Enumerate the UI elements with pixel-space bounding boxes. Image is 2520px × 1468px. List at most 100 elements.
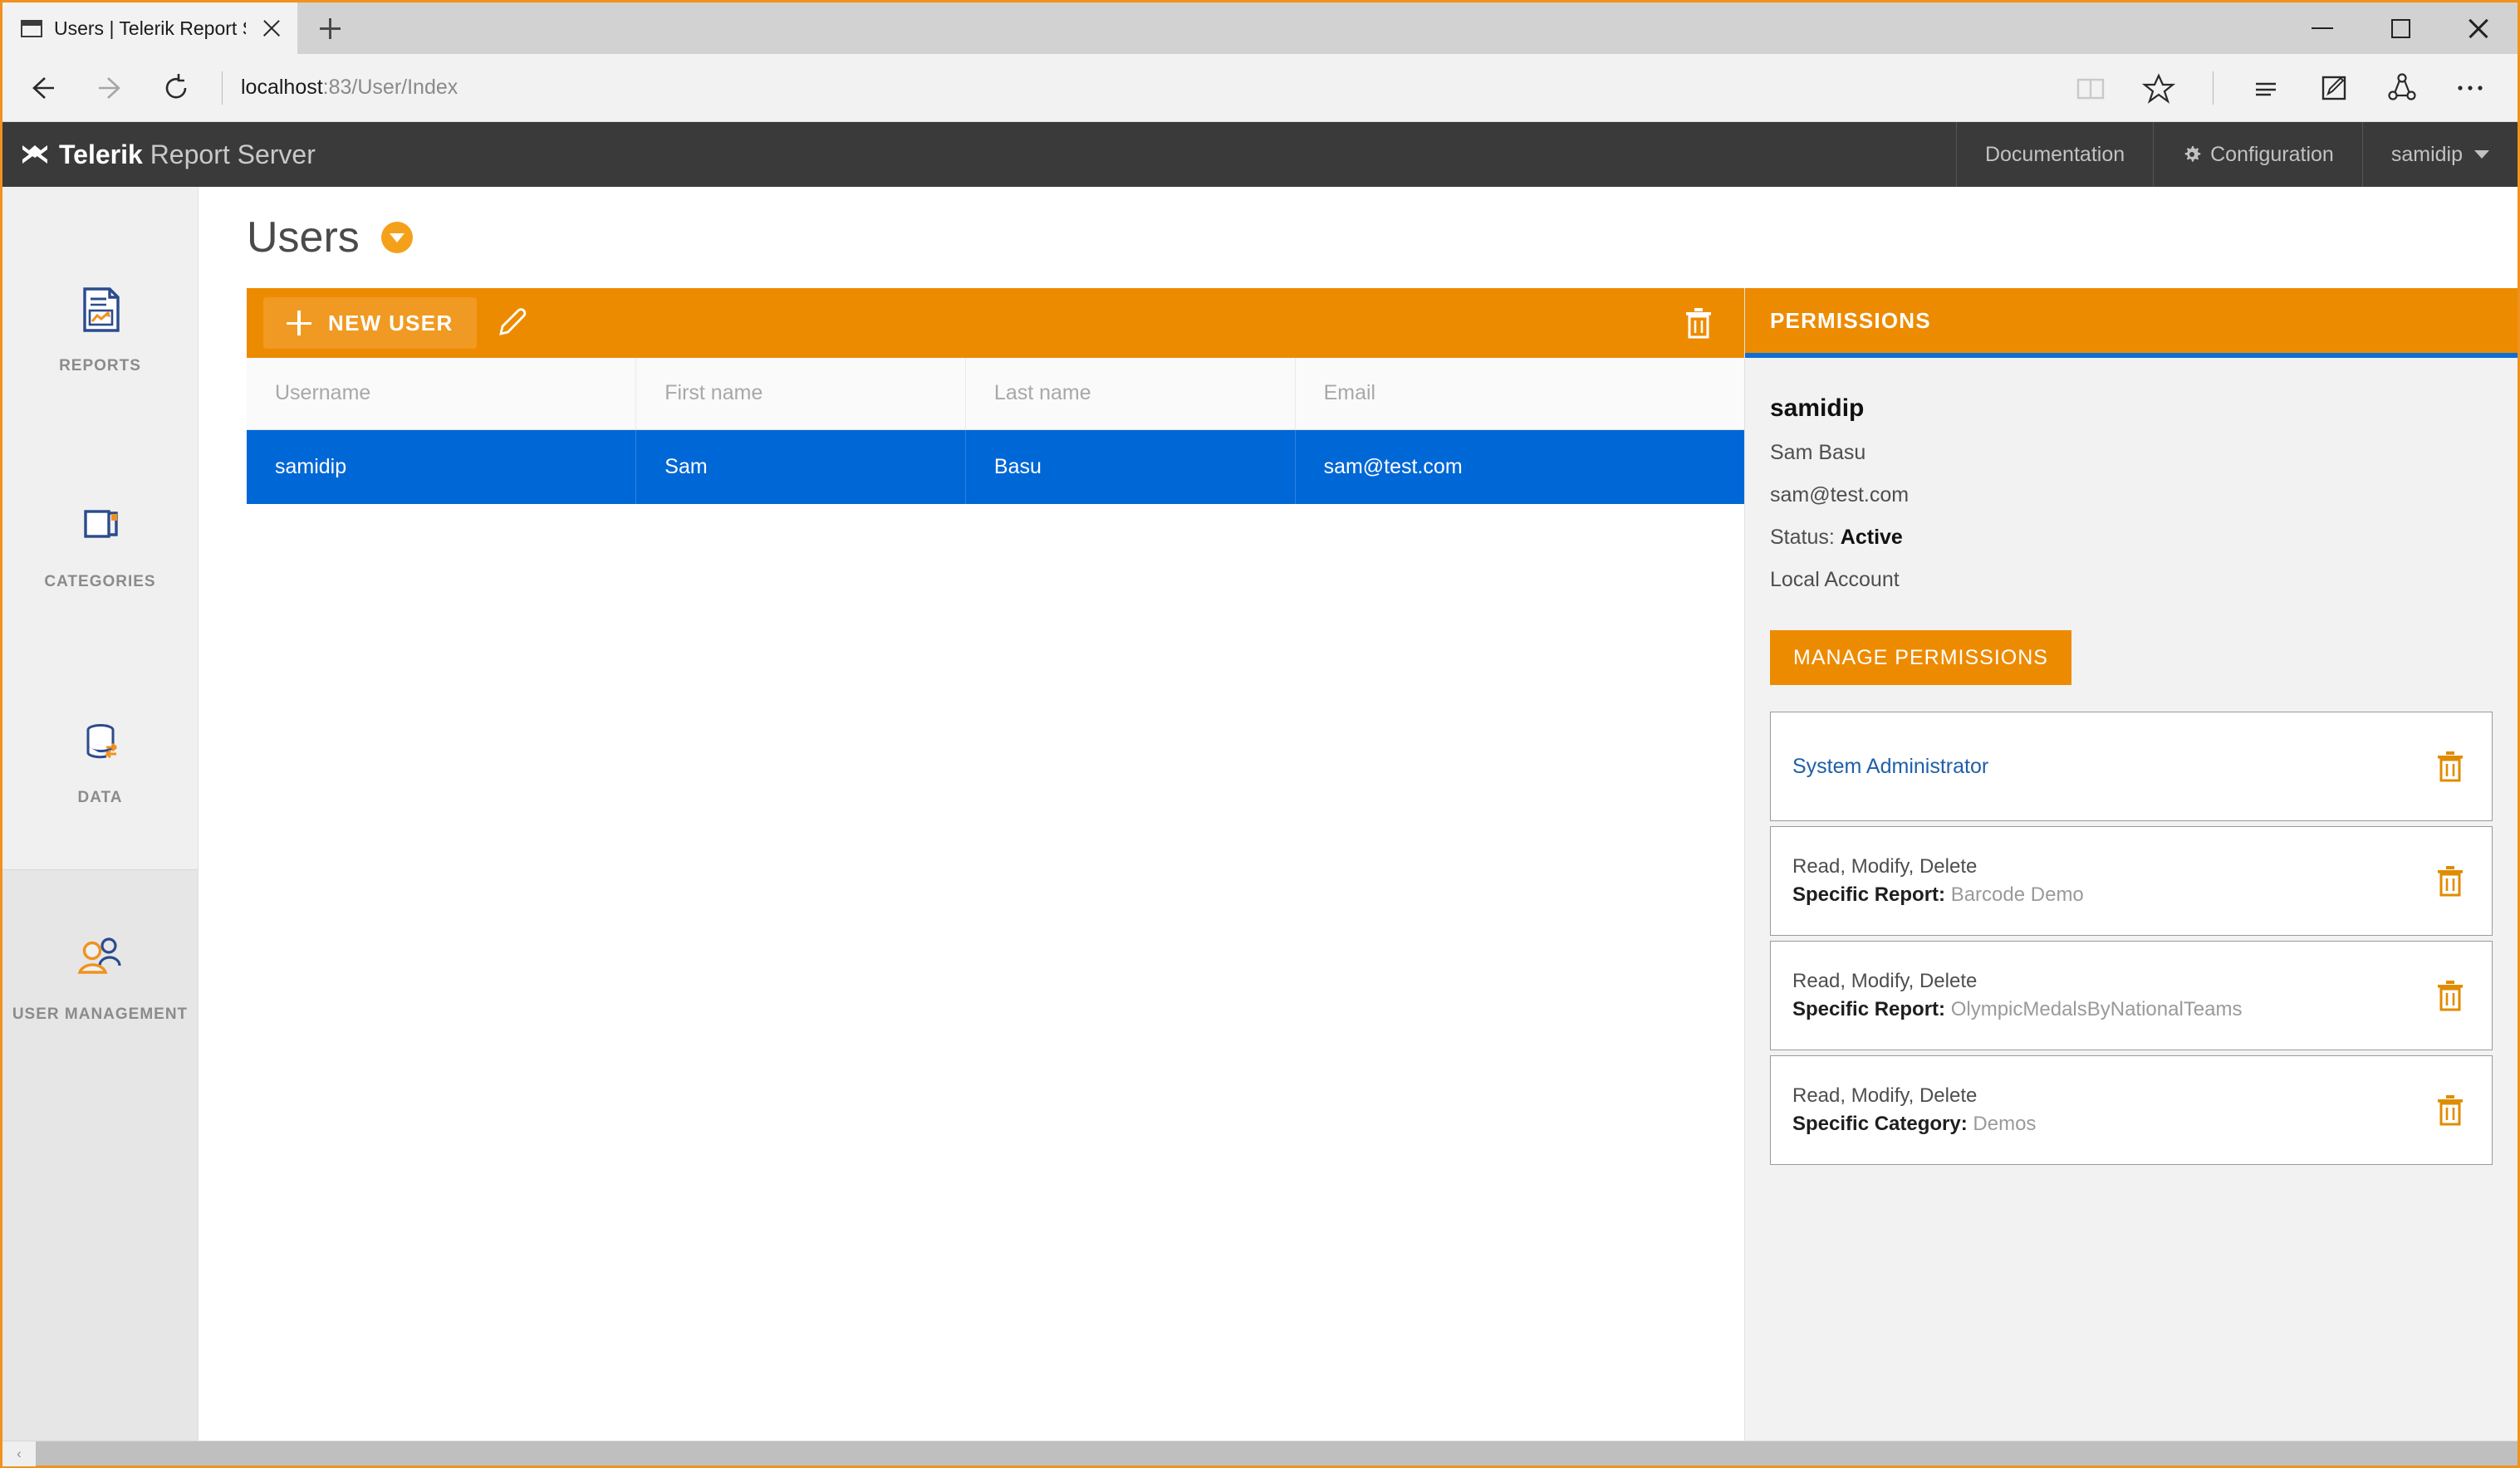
chevron-down-icon [389, 232, 404, 242]
close-icon [2466, 16, 2491, 41]
top-nav: Documentation Configuration samidip [1955, 122, 2518, 187]
tab-strip: Users | Telerik Report Se [2, 2, 2518, 54]
minimize-button[interactable] [2283, 2, 2361, 54]
back-arrow-icon [32, 76, 54, 99]
share-icon[interactable] [2376, 62, 2428, 114]
permissions-account-type: Local Account [1770, 568, 1900, 591]
brand-product: Report Server [150, 139, 316, 169]
maximize-button[interactable] [2361, 2, 2439, 54]
nav-documentation[interactable]: Documentation [1955, 122, 2153, 187]
sidebar-item-data[interactable]: DATA [2, 653, 198, 869]
nav-configuration[interactable]: Configuration [2153, 122, 2362, 187]
app-body: REPORTS CATEGORIES DATA USER MANAGEMENT … [2, 187, 2518, 1441]
permission-target-value: OlympicMedalsByNationalTeams [1950, 998, 2243, 1020]
brand[interactable]: Telerik Report Server [2, 122, 316, 187]
sidebar-item-data-label: DATA [77, 789, 123, 806]
table-header-row: Username First name Last name Email [247, 358, 1744, 430]
users-table: Username First name Last name Email sami… [247, 358, 1744, 504]
sidebar-item-categories[interactable]: CATEGORIES [2, 438, 198, 653]
column-header-first-name[interactable]: First name [635, 358, 966, 430]
window-close-button[interactable] [2439, 2, 2518, 54]
cell-username: samidip [247, 429, 637, 504]
sidebar-item-reports-label: REPORTS [59, 357, 141, 374]
window-controls [2283, 2, 2518, 54]
reading-view-icon[interactable] [2065, 62, 2116, 114]
permission-target-label: Specific Report: [1792, 883, 1946, 906]
back-button[interactable] [17, 62, 69, 114]
browser-window: Users | Telerik Report Se localhost:83/U… [0, 0, 2520, 1468]
grid-toolbar: NEW USER [247, 288, 1744, 358]
cell-email: sam@test.com [1295, 429, 1744, 504]
delete-permission-button[interactable] [2427, 972, 2473, 1019]
column-header-email[interactable]: Email [1295, 358, 1744, 430]
trash-icon [2438, 751, 2463, 782]
nav-configuration-label: Configuration [2210, 142, 2334, 166]
maximize-icon [2390, 18, 2410, 38]
trash-icon [2438, 981, 2463, 1011]
caret-down-icon [2474, 150, 2489, 159]
divider [222, 71, 223, 105]
page-title-dropdown-button[interactable] [380, 222, 413, 253]
sidebar-item-reports[interactable]: REPORTS [2, 222, 198, 438]
divider [2213, 71, 2214, 105]
column-header-last-name[interactable]: Last name [965, 358, 1296, 430]
permission-target-label: Specific Category: [1792, 1113, 1968, 1135]
trash-icon [2438, 1095, 2463, 1126]
table-row[interactable]: samidip Sam Basu sam@test.com [247, 429, 1744, 504]
nav-user-menu[interactable]: samidip [2361, 122, 2518, 187]
database-sync-icon [86, 724, 117, 759]
address-bar[interactable]: localhost:83/User/Index [241, 62, 2057, 114]
cell-first-name: Sam [635, 429, 966, 504]
manage-permissions-button[interactable]: MANAGE PERMISSIONS [1770, 630, 2071, 685]
list-item[interactable]: Read, Modify, Delete Specific Report: Ol… [1770, 941, 2493, 1050]
refresh-button[interactable] [150, 62, 202, 114]
pencil-icon [498, 308, 526, 335]
more-icon[interactable] [2444, 62, 2496, 114]
delete-permission-button[interactable] [2427, 858, 2473, 904]
edit-user-button[interactable] [477, 288, 547, 358]
browser-nav-bar: localhost:83/User/Index [2, 54, 2518, 122]
list-item[interactable]: System Administrator [1770, 712, 2493, 821]
horizontal-scrollbar[interactable]: ‹ [2, 1441, 2518, 1466]
favorites-star-icon[interactable] [2133, 62, 2184, 114]
web-note-icon[interactable] [2308, 62, 2360, 114]
scroll-left-button[interactable]: ‹ [2, 1441, 36, 1466]
grid-empty-area [247, 504, 1744, 1441]
delete-user-button[interactable] [1653, 288, 1744, 358]
permissions-panel: PERMISSIONS samidip Sam Basu sam@test.co… [1745, 288, 2518, 1441]
sidebar-item-user-management[interactable]: USER MANAGEMENT [2, 869, 198, 1085]
close-icon[interactable] [257, 14, 286, 42]
list-item[interactable]: Read, Modify, Delete Specific Report: Ba… [1770, 826, 2493, 936]
cell-last-name: Basu [965, 429, 1296, 504]
permissions-status: Status: Active [1770, 526, 2518, 550]
delete-permission-button[interactable] [2427, 743, 2473, 790]
permission-actions: Read, Modify, Delete [1792, 970, 1978, 992]
permission-target-label: Specific Report: [1792, 998, 1946, 1020]
scrollbar-track[interactable] [36, 1441, 2518, 1466]
url-path: :83/User/Index [322, 76, 458, 99]
new-user-button[interactable]: NEW USER [263, 297, 477, 349]
page-header: Users [199, 187, 2518, 288]
browser-tab[interactable]: Users | Telerik Report Se [2, 2, 297, 54]
brand-name: Telerik [59, 139, 143, 169]
permission-card-text: Read, Modify, Delete Specific Report: Ba… [1792, 855, 2414, 907]
permission-target-value: Demos [1973, 1113, 2037, 1135]
nav-user-label: samidip [2390, 142, 2463, 166]
forward-button[interactable] [84, 62, 135, 114]
permission-role-link[interactable]: System Administrator [1792, 755, 2414, 779]
list-item[interactable]: Read, Modify, Delete Specific Category: … [1770, 1055, 2493, 1165]
window-icon [21, 19, 42, 37]
new-tab-button[interactable] [297, 2, 362, 54]
app-top-bar: Telerik Report Server Documentation Conf… [2, 122, 2518, 187]
permissions-list: System Administrator Read, Modify, Delet… [1770, 712, 2518, 1165]
permissions-email: sam@test.com [1770, 483, 1910, 506]
sidebar-filler [2, 1085, 198, 1441]
permissions-header: PERMISSIONS [1745, 288, 2518, 358]
permissions-full-name: Sam Basu [1770, 441, 1866, 464]
hub-icon[interactable] [2240, 62, 2292, 114]
telerik-logo-icon [22, 145, 47, 164]
sidebar-item-categories-label: CATEGORIES [44, 573, 156, 590]
column-header-username[interactable]: Username [247, 358, 637, 430]
delete-permission-button[interactable] [2427, 1087, 2473, 1133]
